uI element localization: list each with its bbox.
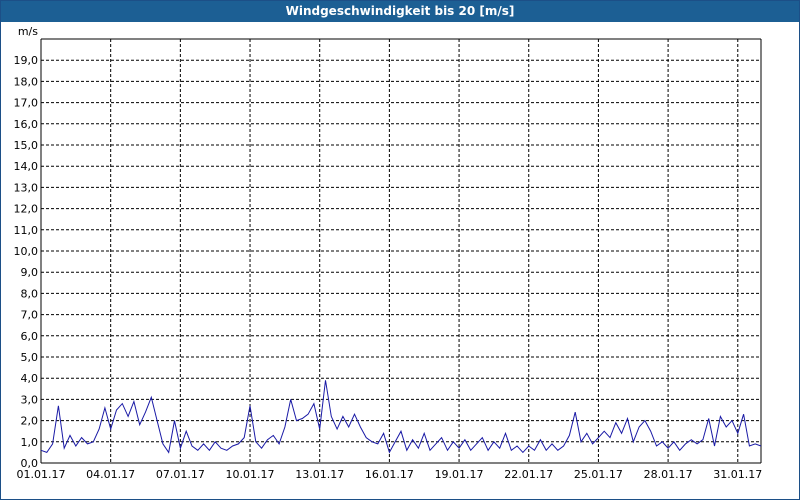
x-tick-label: 04.01.17	[86, 468, 135, 481]
y-tick-label: 19,0	[14, 54, 39, 67]
y-tick-label: 16,0	[14, 118, 39, 131]
y-tick-label: 1,0	[21, 436, 39, 449]
y-tick-label: 5,0	[21, 351, 39, 364]
x-tick-label: 13.01.17	[295, 468, 344, 481]
x-tick-label: 01.01.17	[17, 468, 66, 481]
x-tick-label: 31.01.17	[713, 468, 762, 481]
x-tick-label: 10.01.17	[226, 468, 275, 481]
y-tick-label: 13,0	[14, 181, 39, 194]
y-tick-label: 7,0	[21, 309, 39, 322]
y-tick-label: 8,0	[21, 287, 39, 300]
y-tick-label: 18,0	[14, 75, 39, 88]
x-tick-label: 25.01.17	[574, 468, 623, 481]
y-tick-label: 10,0	[14, 245, 39, 258]
x-tick-label: 19.01.17	[435, 468, 484, 481]
x-tick-label: 16.01.17	[365, 468, 414, 481]
x-tick-label: 07.01.17	[156, 468, 205, 481]
chart-window: Windgeschwindigkeit bis 20 [m/s] 0,0 1,0 2…	[0, 0, 800, 500]
y-tick-label: 14,0	[14, 160, 39, 173]
y-tick-label: 15,0	[14, 139, 39, 152]
y-tick-label: 2,0	[21, 415, 39, 428]
y-axis-unit-label: m/s	[18, 25, 38, 38]
y-tick-label: 12,0	[14, 203, 39, 216]
window-title: Windgeschwindigkeit bis 20 [m/s]	[1, 1, 799, 22]
wind-speed-chart: 0,01,02,03,04,05,06,07,08,09,010,011,012…	[14, 25, 763, 481]
x-tick-label: 22.01.17	[504, 468, 553, 481]
y-tick-label: 4,0	[21, 372, 39, 385]
y-tick-label: 9,0	[21, 266, 39, 279]
y-tick-label: 17,0	[14, 97, 39, 110]
y-tick-label: 6,0	[21, 330, 39, 343]
x-tick-label: 28.01.17	[644, 468, 693, 481]
y-tick-label: 11,0	[14, 224, 39, 237]
y-tick-label: 3,0	[21, 393, 39, 406]
